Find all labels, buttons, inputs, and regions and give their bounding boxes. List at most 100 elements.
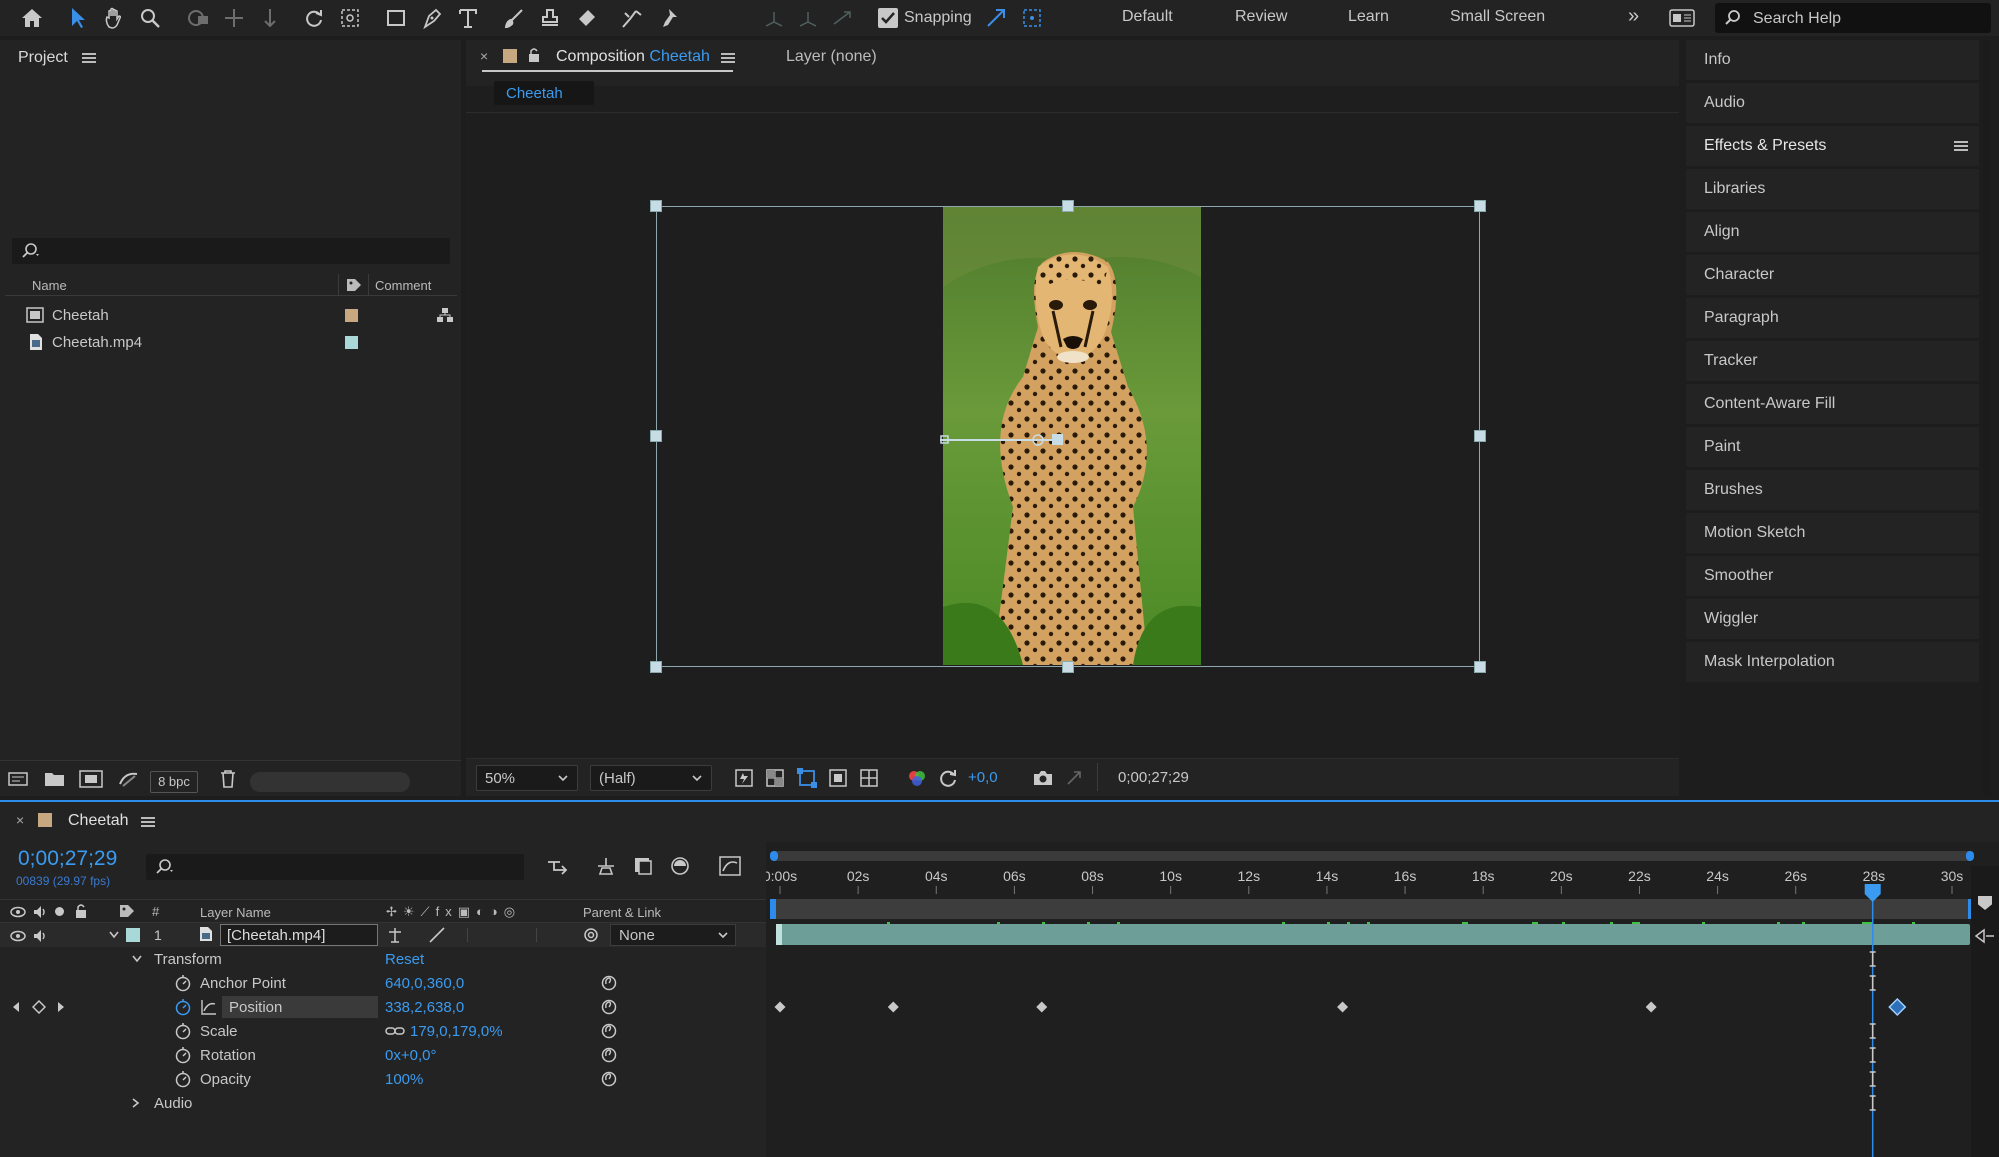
fast-previews-icon[interactable]	[734, 768, 754, 788]
transform-group[interactable]: Transform Reset	[0, 947, 766, 971]
puppet-pin-icon[interactable]	[650, 0, 686, 36]
close-tab-icon[interactable]: ×	[480, 48, 488, 64]
transform-handle-bottom[interactable]	[1062, 661, 1074, 673]
snap-to-edges-icon[interactable]	[978, 0, 1014, 36]
panel-motion-sketch[interactable]: Motion Sketch	[1686, 513, 1979, 553]
stopwatch-icon[interactable]	[174, 1046, 192, 1064]
position-value[interactable]: 338,2,638,0	[385, 999, 464, 1016]
transform-reset-link[interactable]: Reset	[385, 951, 424, 968]
expand-chevron-right-icon[interactable]	[131, 1097, 141, 1109]
panel-info[interactable]: Info	[1686, 40, 1979, 80]
frame-blending-icon[interactable]	[669, 855, 691, 877]
opacity-value[interactable]: 100%	[385, 1071, 423, 1088]
constrain-proportions-link-icon[interactable]	[385, 1024, 405, 1038]
expression-pick-whip-icon[interactable]	[600, 974, 618, 992]
pick-whip-icon[interactable]	[582, 926, 600, 944]
layer-search-input[interactable]	[146, 854, 524, 880]
transform-handle-right[interactable]	[1474, 430, 1486, 442]
transparency-grid-icon[interactable]	[765, 768, 785, 788]
expression-pick-whip-icon[interactable]	[600, 1046, 618, 1064]
lock-icon[interactable]	[527, 47, 541, 63]
new-folder-icon[interactable]	[44, 771, 66, 787]
transform-handle-bottom-left[interactable]	[650, 661, 662, 673]
rectangle-tool-icon[interactable]	[378, 0, 414, 36]
transform-handle-top[interactable]	[1062, 200, 1074, 212]
close-tab-icon[interactable]: ×	[16, 812, 24, 828]
expression-pick-whip-icon[interactable]	[600, 1070, 618, 1088]
dolly-camera-icon[interactable]	[252, 0, 288, 36]
resolution-select[interactable]: (Half)	[590, 765, 712, 791]
scale-value[interactable]: 179,0,179,0%	[410, 1023, 503, 1040]
panel-libraries[interactable]: Libraries	[1686, 169, 1979, 209]
axis-local-icon[interactable]	[756, 0, 792, 36]
label-color-swatch[interactable]	[345, 309, 358, 322]
layer-viewer-tab[interactable]: Layer (none)	[786, 48, 877, 66]
roto-brush-icon[interactable]	[614, 0, 650, 36]
type-tool-icon[interactable]	[450, 0, 486, 36]
panel-effects-presets[interactable]: Effects & Presets	[1686, 126, 1979, 166]
current-time[interactable]: 0;00;27;29	[18, 847, 117, 871]
expression-pick-whip-icon[interactable]	[600, 1022, 618, 1040]
eraser-tool-icon[interactable]	[568, 0, 604, 36]
graph-editor-icon[interactable]	[718, 855, 742, 877]
mask-visibility-icon[interactable]	[796, 767, 818, 789]
composition-menu-icon[interactable]	[721, 53, 735, 63]
rotation-value[interactable]: 0x+0,0°	[385, 1047, 436, 1064]
column-parent-link[interactable]: Parent & Link	[583, 905, 661, 920]
axis-world-icon[interactable]	[790, 0, 826, 36]
video-switch-icon[interactable]	[10, 905, 26, 919]
label-color-swatch[interactable]	[345, 336, 358, 349]
pan-camera-icon[interactable]	[216, 0, 252, 36]
position-keyframe[interactable]	[887, 1001, 899, 1013]
graph-icon[interactable]	[200, 998, 218, 1016]
workspace-review[interactable]: Review	[1235, 8, 1287, 26]
speaker-icon[interactable]	[32, 928, 48, 944]
timeline-tab[interactable]: Cheetah	[68, 812, 129, 830]
thumbnail-slider[interactable]	[250, 772, 410, 792]
exposure-value[interactable]: +0,0	[968, 769, 998, 786]
brush-tool-icon[interactable]	[496, 0, 532, 36]
composition-tab[interactable]: Composition Cheetah	[556, 48, 710, 66]
project-item-composition[interactable]: Cheetah	[5, 302, 457, 329]
transform-handle-top-right[interactable]	[1474, 200, 1486, 212]
eye-icon[interactable]	[10, 929, 26, 943]
show-snapshot-icon[interactable]	[1064, 768, 1084, 788]
search-help-field[interactable]: Search Help	[1715, 3, 1991, 33]
position-keyframe[interactable]	[1036, 1001, 1048, 1013]
label-tag-icon[interactable]	[345, 277, 363, 293]
interpret-footage-icon[interactable]	[8, 770, 30, 788]
bit-depth-button[interactable]: 8 bpc	[150, 771, 198, 793]
panel-align[interactable]: Align	[1686, 212, 1979, 252]
breadcrumb[interactable]: Cheetah	[494, 81, 594, 105]
property-row-position[interactable]: Position 338,2,638,0	[0, 995, 766, 1019]
position-keyframe[interactable]	[1337, 1001, 1349, 1013]
composition-mini-flowchart-icon[interactable]	[546, 856, 570, 876]
reset-exposure-icon[interactable]	[938, 768, 958, 788]
hide-shy-layers-icon[interactable]	[632, 856, 654, 876]
panel-brushes[interactable]: Brushes	[1686, 470, 1979, 510]
time-ruler[interactable]: 0:00s 02s 04s 06s 08s 10s 12s 14s 16s 18s 20s 22s 24…	[766, 842, 1999, 1157]
panel-smoother[interactable]: Smoother	[1686, 556, 1979, 596]
project-item-footage[interactable]: Cheetah.mp4	[5, 329, 457, 356]
transform-handle-top-left[interactable]	[650, 200, 662, 212]
layer-name-field[interactable]: [Cheetah.mp4]	[220, 924, 378, 946]
layer-label-swatch[interactable]	[126, 928, 140, 942]
panel-scrollbar[interactable]	[1983, 40, 1991, 796]
workspace-learn[interactable]: Learn	[1348, 8, 1389, 26]
expression-pick-whip-icon[interactable]	[600, 998, 618, 1016]
viewer-timecode[interactable]: 0;00;27;29	[1118, 769, 1189, 786]
label-tag-icon[interactable]	[118, 903, 136, 919]
transform-handle-left[interactable]	[650, 430, 662, 442]
next-keyframe-icon[interactable]	[56, 1000, 66, 1014]
stopwatch-icon[interactable]	[174, 1070, 192, 1088]
more-workspaces-icon[interactable]: »	[1628, 5, 1639, 28]
add-keyframe-icon[interactable]	[32, 1000, 46, 1014]
solo-icon[interactable]	[55, 907, 64, 916]
axis-view-icon[interactable]	[824, 0, 860, 36]
workspace-small-screen[interactable]: Small Screen	[1450, 8, 1545, 26]
parent-select[interactable]: None	[610, 924, 736, 946]
effects-menu-icon[interactable]	[1954, 141, 1968, 151]
trash-icon[interactable]	[219, 769, 237, 789]
expand-chevron-down-icon[interactable]	[131, 954, 143, 964]
panel-character[interactable]: Character	[1686, 255, 1979, 295]
